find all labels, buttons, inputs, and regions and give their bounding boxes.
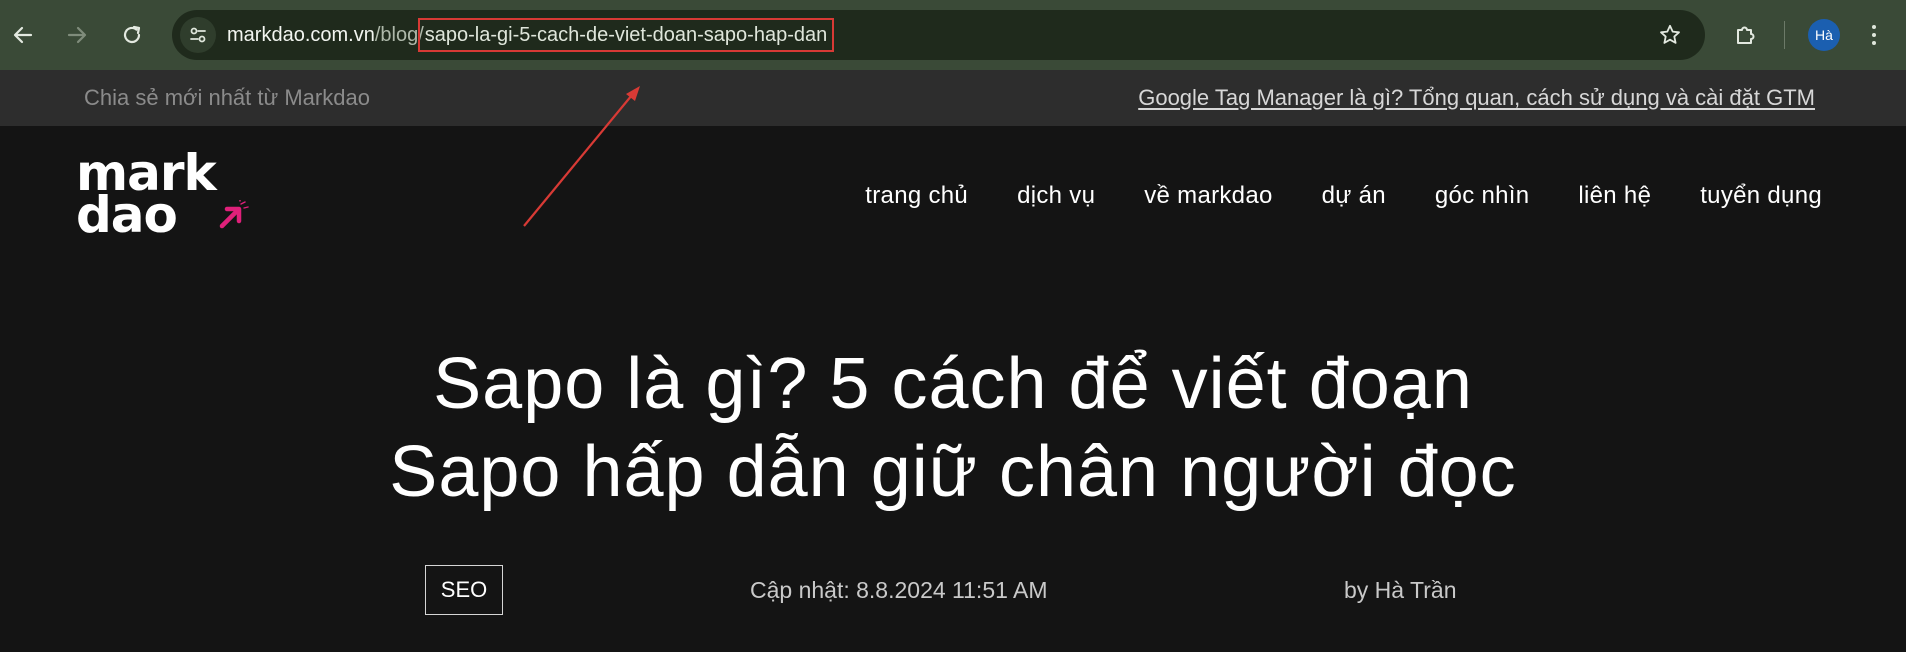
reload-button[interactable] xyxy=(113,16,151,54)
article-title-line-2: Sapo hấp dẫn giữ chân người đọc xyxy=(389,432,1517,512)
nav-item-services[interactable]: dịch vụ xyxy=(1017,182,1095,210)
browser-toolbar: markdao.com.vn/blog/sapo-la-gi-5-cach-de… xyxy=(0,0,1906,70)
reload-icon xyxy=(123,25,141,44)
back-arrow-icon xyxy=(13,26,33,44)
extensions-button[interactable] xyxy=(1728,17,1764,53)
url-text[interactable]: markdao.com.vn/blog/sapo-la-gi-5-cach-de… xyxy=(227,10,835,60)
latest-post-link[interactable]: Google Tag Manager là gì? Tổng quan, các… xyxy=(1138,70,1815,126)
bookmark-button[interactable] xyxy=(1655,20,1685,50)
browser-menu-button[interactable] xyxy=(1868,20,1880,50)
nav-item-projects[interactable]: dự án xyxy=(1322,182,1386,210)
nav-item-contact[interactable]: liên hệ xyxy=(1578,182,1651,210)
announcement-bar: Chia sẻ mới nhất từ Markdao Google Tag M… xyxy=(0,70,1906,126)
category-tag[interactable]: SEO xyxy=(425,565,503,615)
toolbar-divider xyxy=(1784,21,1785,49)
main-nav: trang chủ dịch vụ về markdao dự án góc n… xyxy=(865,126,1822,266)
logo-arrow-icon xyxy=(219,200,249,229)
announcement-label: Chia sẻ mới nhất từ Markdao xyxy=(84,85,370,110)
forward-button[interactable] xyxy=(58,16,96,54)
author-byline: by Hà Trần xyxy=(1344,577,1457,603)
address-bar[interactable]: markdao.com.vn/blog/sapo-la-gi-5-cach-de… xyxy=(172,10,1705,60)
nav-item-about[interactable]: về markdao xyxy=(1144,182,1272,210)
url-domain: markdao.com.vn xyxy=(227,24,375,46)
updated-date: Cập nhật: 8.8.2024 11:51 AM xyxy=(750,577,1048,603)
tune-icon xyxy=(190,27,206,43)
nav-item-careers[interactable]: tuyển dụng xyxy=(1700,182,1822,210)
profile-avatar[interactable]: Hà xyxy=(1808,19,1840,51)
url-path-prefix: /blog/ xyxy=(374,24,424,46)
article-title: Sapo là gì? 5 cách để viết đoạn Sapo hấp… xyxy=(0,340,1906,516)
forward-arrow-icon xyxy=(67,26,87,44)
site-header: mark dao trang chủ dịch vụ về markdao dự… xyxy=(0,126,1906,266)
article-title-line-1: Sapo là gì? 5 cách để viết đoạn xyxy=(433,344,1473,424)
url-slug-highlighted: sapo-la-gi-5-cach-de-viet-doan-sapo-hap-… xyxy=(417,18,835,52)
nav-item-home[interactable]: trang chủ xyxy=(865,182,968,210)
site-logo[interactable]: mark dao xyxy=(76,148,286,242)
site-info-button[interactable] xyxy=(180,17,216,53)
back-button[interactable] xyxy=(4,16,42,54)
kebab-menu-icon xyxy=(1872,25,1876,29)
star-icon xyxy=(1660,24,1680,44)
nav-item-insights[interactable]: góc nhìn xyxy=(1435,182,1529,210)
puzzle-icon xyxy=(1737,26,1755,44)
